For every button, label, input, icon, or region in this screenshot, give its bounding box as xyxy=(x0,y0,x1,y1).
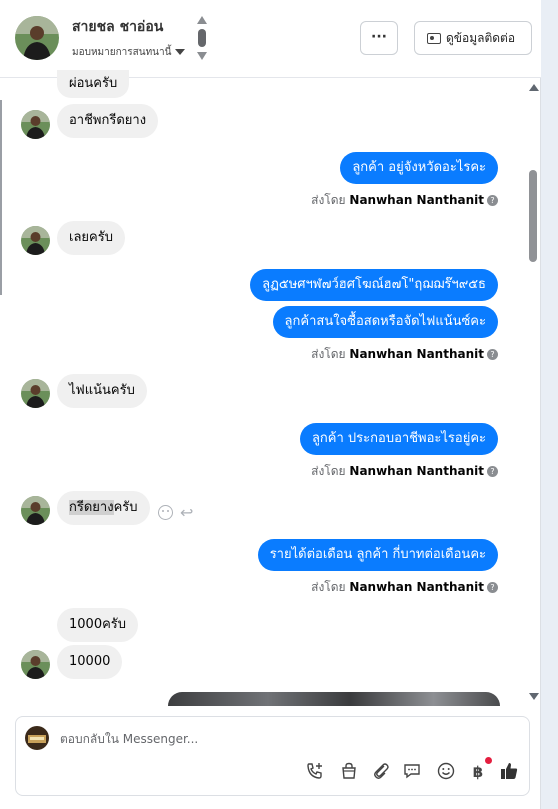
incoming-message[interactable]: กรีดยางครับ xyxy=(57,491,150,525)
react-emoji-icon[interactable] xyxy=(158,505,173,520)
baht-icon[interactable]: ฿ xyxy=(467,761,489,783)
contact-avatar-small xyxy=(21,496,50,525)
message-actions: ↩ xyxy=(158,504,198,522)
conversation-navigator[interactable] xyxy=(195,16,209,62)
arrow-up-icon[interactable] xyxy=(197,16,207,24)
arrow-down-icon[interactable] xyxy=(197,52,207,60)
page-avatar xyxy=(25,726,49,750)
contact-avatar-small xyxy=(21,110,50,139)
sent-by-label: ส่งโดย Nanwhan Nanthanit? xyxy=(311,462,498,481)
sender-name: Nanwhan Nanthanit xyxy=(349,193,484,207)
sender-name: Nanwhan Nanthanit xyxy=(349,580,484,594)
sent-by-prefix: ส่งโดย xyxy=(311,464,346,478)
question-icon[interactable]: ? xyxy=(487,349,498,360)
incoming-message[interactable]: ไฟแน้นครับ xyxy=(57,374,147,408)
reply-icon[interactable]: ↩ xyxy=(180,504,193,522)
reply-composer: ฿ xyxy=(15,716,530,796)
scroll-down-arrow[interactable] xyxy=(529,693,539,700)
contact-avatar[interactable] xyxy=(15,16,59,60)
incoming-message[interactable]: ผ่อนครับ xyxy=(57,70,130,98)
scroll-up-arrow[interactable] xyxy=(529,84,539,91)
conversation-panel: สายชล ชาอ่อน มอบหมายการสนทนานี้ ··· ดูข้… xyxy=(0,0,541,809)
assign-conversation-dropdown[interactable]: มอบหมายการสนทนานี้ xyxy=(72,45,186,60)
scroll-thumb[interactable] xyxy=(529,170,537,262)
contact-avatar-small xyxy=(21,226,50,255)
selected-text: กรีดยาง xyxy=(69,500,114,515)
sent-by-label: ส่งโดย Nanwhan Nanthanit? xyxy=(311,191,498,210)
sender-name: Nanwhan Nanthanit xyxy=(349,464,484,478)
conversation-header: สายชล ชาอ่อน มอบหมายการสนทนานี้ ··· ดูข้… xyxy=(0,0,541,78)
contact-name: สายชล ชาอ่อน xyxy=(72,19,164,35)
incoming-message[interactable]: 10000 xyxy=(57,645,123,679)
more-options-button[interactable]: ··· xyxy=(360,21,398,55)
sent-by-prefix: ส่งโดย xyxy=(311,347,346,361)
view-contact-info-label: ดูข้อมูลติดต่อ xyxy=(446,31,516,45)
thumbs-up-icon[interactable] xyxy=(498,761,520,783)
reply-input[interactable] xyxy=(60,730,460,748)
nav-indicator xyxy=(198,29,206,47)
sent-by-prefix: ส่งโดย xyxy=(311,580,346,594)
outgoing-message[interactable]: ลูกค้า ประกอบอาชีพอะไรอยู่คะ xyxy=(299,423,498,455)
left-divider xyxy=(0,100,2,295)
incoming-message[interactable]: อาชีพกรีดยาง xyxy=(57,104,159,138)
phone-plus-icon[interactable] xyxy=(304,761,326,783)
contact-avatar-small xyxy=(21,650,50,679)
notification-dot xyxy=(485,757,492,764)
contact-avatar-small xyxy=(21,379,50,408)
question-icon[interactable]: ? xyxy=(487,466,498,477)
shopping-bag-icon[interactable] xyxy=(338,761,360,783)
id-card-icon xyxy=(427,33,441,44)
question-icon[interactable]: ? xyxy=(487,195,498,206)
sender-name: Nanwhan Nanthanit xyxy=(349,347,484,361)
sent-by-label: ส่งโดย Nanwhan Nanthanit? xyxy=(311,578,498,597)
outgoing-message[interactable]: ลูกค้าสนใจซื้อสดหรือจัดไฟแน้นซ์คะ xyxy=(272,306,498,338)
sent-by-label: ส่งโดย Nanwhan Nanthanit? xyxy=(311,345,498,364)
incoming-message[interactable]: เลยครับ xyxy=(57,221,125,255)
incoming-message[interactable]: 1000ครับ xyxy=(57,608,139,642)
outgoing-message[interactable]: ลูฏ๕ษศฯฬ๗ว์ฮศโฆณ์ฮ๗โ"ฤฌฌร๊ฯ๙๕ธ xyxy=(250,269,498,301)
sent-by-prefix: ส่งโดย xyxy=(311,193,346,207)
outgoing-message[interactable]: ลูกค้า อยู่จังหวัดอะไรคะ xyxy=(340,152,498,184)
outgoing-message[interactable]: รายได้ต่อเดือน ลูกค้า กี่บาทต่อเดือนคะ xyxy=(257,539,498,571)
message-scrollbar[interactable] xyxy=(527,80,540,705)
chat-bubbles-icon[interactable] xyxy=(401,761,423,783)
question-icon[interactable]: ? xyxy=(487,582,498,593)
message-text: ครับ xyxy=(113,500,138,515)
paperclip-icon[interactable] xyxy=(370,761,392,783)
view-contact-info-button[interactable]: ดูข้อมูลติดต่อ xyxy=(414,21,532,55)
emoji-icon[interactable] xyxy=(435,761,457,783)
assign-label: มอบหมายการสนทนานี้ xyxy=(72,47,172,58)
caret-down-icon xyxy=(175,49,186,55)
image-attachment[interactable] xyxy=(168,692,500,706)
